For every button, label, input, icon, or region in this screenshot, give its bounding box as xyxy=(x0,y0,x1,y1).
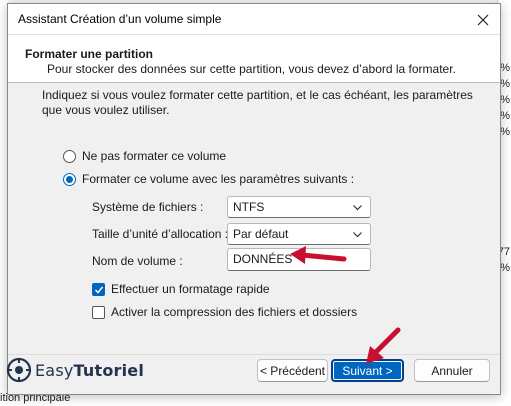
compression-check-box[interactable] xyxy=(92,305,105,319)
compression-checkbox[interactable]: Activer la compression des fichiers et d… xyxy=(92,305,357,319)
easytutoriel-logo: EasyTutoriel xyxy=(6,357,144,383)
wizard-body: Indiquez si vous voulez formater cette p… xyxy=(8,83,500,356)
quick-format-check-box[interactable] xyxy=(92,282,105,296)
allocation-select[interactable]: Par défaut xyxy=(227,223,371,245)
radio-no-format-circle[interactable] xyxy=(63,149,76,163)
back-button[interactable]: < Précédent xyxy=(257,359,328,382)
background-glyph: % xyxy=(500,62,510,74)
allocation-label: Taille d’unité d’allocation : xyxy=(92,227,229,241)
volume-name-value: DONNÉES xyxy=(233,252,293,266)
background-glyph: % xyxy=(500,110,510,122)
volume-name-input[interactable]: DONNÉES xyxy=(227,248,371,271)
background-bottom-strip: ition principale xyxy=(0,392,511,406)
radio-no-format-label: Ne pas formater ce volume xyxy=(82,149,227,163)
filesystem-select[interactable]: NTFS xyxy=(227,196,371,218)
filesystem-value: NTFS xyxy=(233,200,265,214)
volume-name-label: Nom de volume : xyxy=(92,254,183,268)
quick-format-checkbox[interactable]: Effectuer un formatage rapide xyxy=(92,282,270,296)
logo-text-prefix: Easy xyxy=(35,360,74,380)
title-bar: Assistant Création d’un volume simple xyxy=(8,4,500,35)
checkmark-icon xyxy=(94,286,104,294)
background-glyph: % xyxy=(500,262,510,274)
close-button[interactable] xyxy=(466,4,500,35)
window-title: Assistant Création d’un volume simple xyxy=(18,12,222,26)
compression-label: Activer la compression des fichiers et d… xyxy=(111,305,358,319)
background-glyph: % xyxy=(500,78,510,90)
radio-no-format[interactable]: Ne pas formater ce volume xyxy=(63,149,226,163)
cancel-button[interactable]: Annuler xyxy=(414,359,490,382)
allocation-value: Par défaut xyxy=(233,227,289,241)
background-glyph: % xyxy=(500,126,510,138)
chevron-down-icon xyxy=(353,232,362,238)
logo-pin-icon xyxy=(6,357,32,383)
next-button[interactable]: Suivant > xyxy=(331,359,404,382)
filesystem-label: Système de fichiers : xyxy=(92,200,204,214)
background-glyph: % xyxy=(500,94,510,106)
radio-format[interactable]: Formater ce volume avec les paramètres s… xyxy=(63,172,354,186)
wizard-header: Formater une partition Pour stocker des … xyxy=(8,35,500,83)
radio-format-circle[interactable] xyxy=(63,172,76,186)
page-title: Formater une partition xyxy=(25,47,154,61)
close-icon xyxy=(477,14,489,25)
quick-format-label: Effectuer un formatage rapide xyxy=(111,282,270,296)
wizard-dialog: Assistant Création d’un volume simple Fo… xyxy=(7,3,501,395)
logo-text-suffix: Tutoriel xyxy=(73,360,145,380)
chevron-down-icon xyxy=(353,205,362,211)
logo-text: EasyTutoriel xyxy=(35,361,144,380)
page-subtitle: Pour stocker des données sur cette parti… xyxy=(47,62,456,76)
radio-format-label: Formater ce volume avec les paramètres s… xyxy=(82,172,355,186)
intro-text: Indiquez si vous voulez formater cette p… xyxy=(42,88,473,117)
